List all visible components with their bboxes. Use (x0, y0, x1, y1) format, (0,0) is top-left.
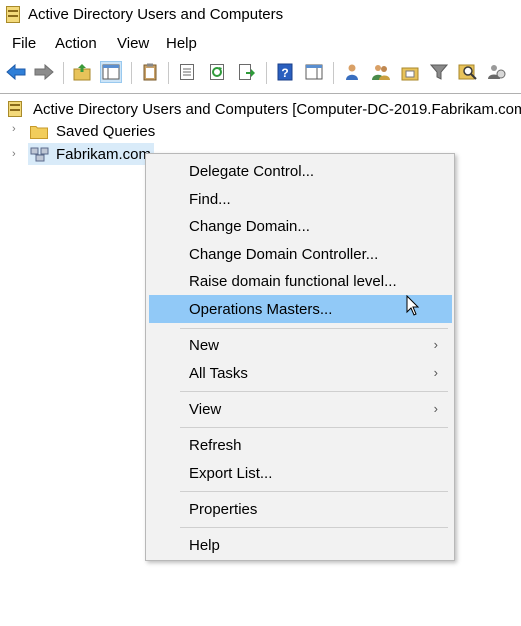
toolbar-separator (168, 62, 169, 84)
filter-icon[interactable] (428, 61, 450, 83)
menu-item-label: Change Domain... (189, 218, 310, 235)
menu-item-label: Find... (189, 191, 231, 208)
toolbar-separator (266, 62, 267, 84)
menu-item-label: Delegate Control... (189, 163, 315, 180)
chevron-right-icon[interactable]: › (12, 148, 16, 160)
app-icon (6, 6, 20, 23)
export-list-icon[interactable] (236, 61, 258, 83)
menu-item-label: Properties (189, 501, 258, 518)
menu-item-properties[interactable]: Properties (149, 496, 452, 523)
menu-item-label: Operations Masters... (189, 301, 333, 318)
chevron-right-icon: › (433, 365, 438, 380)
menu-item-raise-functional-level[interactable]: Raise domain functional level... (149, 268, 452, 295)
menu-item-refresh[interactable]: Refresh (149, 432, 452, 459)
menu-item-label: Raise domain functional level... (189, 273, 397, 290)
menu-separator (180, 391, 448, 392)
title-bar: Active Directory Users and Computers (0, 0, 521, 32)
menu-separator (180, 328, 448, 329)
toolbar-separator (131, 62, 132, 84)
show-console-tree-icon[interactable] (100, 61, 122, 83)
menu-item-label: Change Domain Controller... (189, 246, 379, 263)
refresh-icon[interactable] (206, 61, 228, 83)
context-menu: Delegate Control... Find... Change Domai… (145, 153, 455, 561)
menu-view[interactable]: View (117, 35, 149, 52)
chevron-right-icon[interactable]: › (12, 123, 16, 135)
tree-root[interactable]: Active Directory Users and Computers [Co… (8, 99, 521, 119)
menu-item-label: All Tasks (189, 365, 248, 382)
menu-separator (180, 491, 448, 492)
tree-item-label: Saved Queries (56, 122, 156, 140)
forward-arrow-icon[interactable] (33, 61, 55, 83)
menu-bar: File Action View Help (0, 32, 521, 56)
menu-item-label: Export List... (189, 465, 273, 482)
mouse-pointer-icon (406, 295, 420, 316)
menu-item-new[interactable]: New › (149, 332, 452, 359)
tree-item-saved-queries[interactable]: Saved Queries (30, 121, 155, 141)
clipboard-icon[interactable] (139, 61, 161, 83)
menu-separator (180, 427, 448, 428)
menu-item-delegate-control[interactable]: Delegate Control... (149, 158, 452, 185)
svg-text:?: ? (281, 66, 288, 80)
menu-file[interactable]: File (12, 35, 36, 52)
menu-item-label: New (189, 337, 220, 354)
show-action-pane-icon[interactable] (303, 61, 325, 83)
chevron-right-icon: › (433, 337, 438, 352)
menu-item-label: Help (189, 537, 220, 554)
toolbar-separator (63, 62, 64, 84)
window-title: Active Directory Users and Computers (28, 6, 284, 23)
domain-icon (30, 146, 50, 162)
tree-item-label: Fabrikam.com (56, 145, 152, 163)
menu-item-help[interactable]: Help (149, 532, 452, 559)
find-icon[interactable] (457, 61, 479, 83)
back-arrow-icon[interactable] (5, 61, 27, 83)
folder-icon (30, 124, 48, 139)
toolbar: ? (0, 56, 521, 92)
menu-item-find[interactable]: Find... (149, 186, 452, 213)
add-to-group-icon[interactable] (486, 61, 508, 83)
menu-item-all-tasks[interactable]: All Tasks › (149, 360, 452, 387)
new-group-icon[interactable] (370, 61, 392, 83)
tree-root-label: Active Directory Users and Computers [Co… (33, 100, 521, 118)
menu-item-view[interactable]: View › (149, 396, 452, 423)
menu-item-change-domain-controller[interactable]: Change Domain Controller... (149, 241, 452, 268)
menu-item-export-list[interactable]: Export List... (149, 460, 452, 487)
chevron-right-icon: › (433, 401, 438, 416)
up-folder-icon[interactable] (71, 61, 93, 83)
tree-item-fabrikam[interactable]: Fabrikam.com (28, 143, 155, 165)
menu-item-change-domain[interactable]: Change Domain... (149, 213, 452, 240)
help-icon[interactable]: ? (274, 61, 296, 83)
menu-item-label: View (189, 401, 222, 418)
new-ou-icon[interactable] (399, 61, 421, 83)
menu-separator (180, 527, 448, 528)
menu-action[interactable]: Action (55, 35, 97, 52)
new-user-icon[interactable] (341, 61, 363, 83)
snapin-icon (8, 101, 22, 117)
menu-help[interactable]: Help (166, 35, 197, 52)
properties-sheet-icon[interactable] (176, 61, 198, 83)
toolbar-separator (333, 62, 334, 84)
menu-item-label: Refresh (189, 437, 242, 454)
